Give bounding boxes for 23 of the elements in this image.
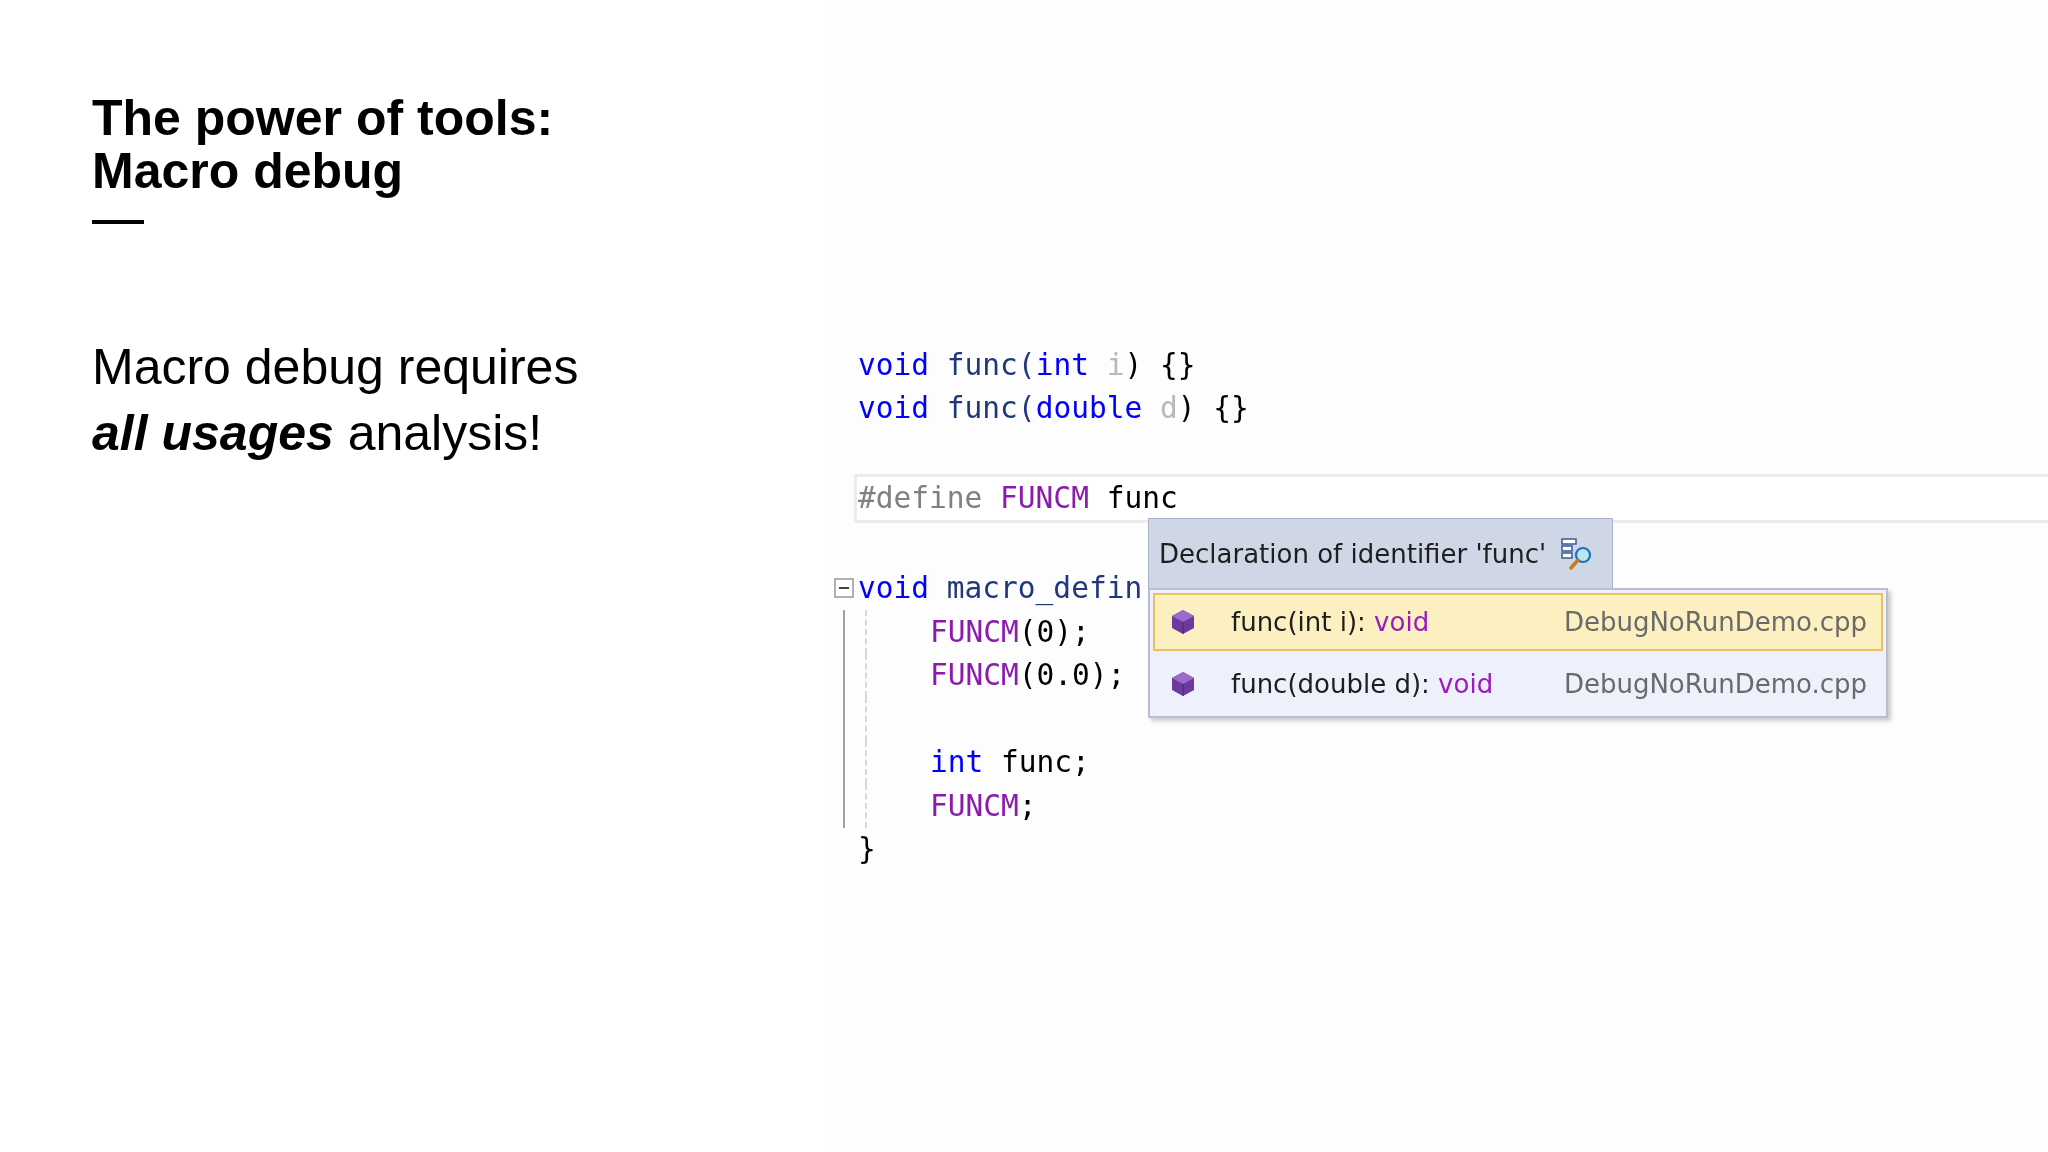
cube-icon xyxy=(1169,608,1197,636)
cube-icon xyxy=(1169,670,1197,698)
body-text: Macro debug requires xyxy=(92,338,580,397)
declaration-item[interactable]: func(int i): void DebugNoRunDemo.cpp xyxy=(1153,593,1883,651)
code-line: } xyxy=(858,832,876,867)
code-line: #define FUNCM func xyxy=(858,481,1178,516)
declaration-item[interactable]: func(double d): void DebugNoRunDemo.cpp xyxy=(1153,655,1883,713)
slide-title: The power of tools: xyxy=(92,92,555,145)
code-line: void macro_defin xyxy=(858,571,1143,606)
body-text: all usages analysis! xyxy=(92,404,544,463)
code-line: int func; xyxy=(930,745,1090,780)
tooltip-title: Declaration of identifier 'func' xyxy=(1159,538,1547,569)
declaration-signature: func(double d): void xyxy=(1231,669,1494,699)
file-name: DebugNoRunDemo.cpp xyxy=(1563,607,1867,637)
code-line: FUNCM; xyxy=(930,788,1037,823)
slide-title: Macro debug xyxy=(92,145,405,198)
code-line: void func(int i) {} xyxy=(858,347,1196,382)
declaration-signature: func(int i): void xyxy=(1231,607,1430,637)
collapse-icon[interactable] xyxy=(834,578,854,599)
code-line: void func(double d) {} xyxy=(858,391,1249,426)
code-line: FUNCM(0); xyxy=(930,614,1090,649)
code-line: FUNCM(0.0); xyxy=(930,658,1126,693)
file-name: DebugNoRunDemo.cpp xyxy=(1563,669,1867,699)
